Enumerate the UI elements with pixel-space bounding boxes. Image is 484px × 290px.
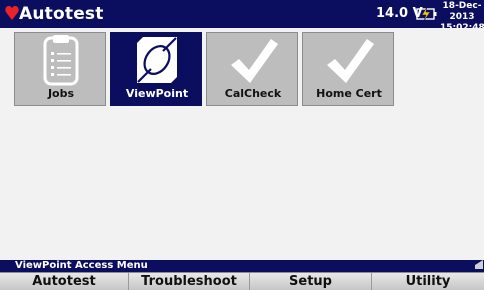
app-title: Autotest — [19, 4, 104, 24]
page-corner-icon — [475, 260, 483, 269]
tile-jobs[interactable]: Jobs — [14, 32, 106, 106]
tile-calcheck[interactable]: CalCheck — [206, 32, 298, 106]
checkmark-icon — [327, 39, 374, 83]
heart-icon — [5, 6, 19, 20]
tile-label: ViewPoint — [125, 87, 189, 100]
tile-home-cert[interactable]: Home Cert — [302, 32, 394, 106]
menu-autotest[interactable]: Autotest — [0, 273, 129, 290]
viewpoint-icon — [137, 37, 177, 83]
tile-area: Jobs ViewPoint CalCheck Home Cert — [0, 28, 484, 260]
clipboard-icon — [43, 35, 79, 86]
menu-troubleshoot[interactable]: Troubleshoot — [129, 273, 250, 290]
status-bar: ViewPoint Access Menu — [0, 260, 484, 272]
battery-charging-icon — [416, 7, 437, 21]
tile-label: Jobs — [47, 87, 75, 100]
tile-label: CalCheck — [224, 87, 282, 100]
menu-setup[interactable]: Setup — [250, 273, 372, 290]
tile-viewpoint[interactable]: ViewPoint — [110, 32, 202, 106]
date-text: 18-Dec-2013 — [442, 1, 482, 22]
checkmark-icon — [231, 39, 278, 83]
softkey-menu: Autotest Troubleshoot Setup Utility — [0, 272, 484, 290]
tile-label: Home Cert — [316, 87, 382, 100]
menu-utility[interactable]: Utility — [372, 273, 484, 290]
status-text: ViewPoint Access Menu — [15, 260, 148, 271]
title-bar: Autotest 14.0 V 18-Dec-2013 15:02:48 — [0, 0, 484, 33]
